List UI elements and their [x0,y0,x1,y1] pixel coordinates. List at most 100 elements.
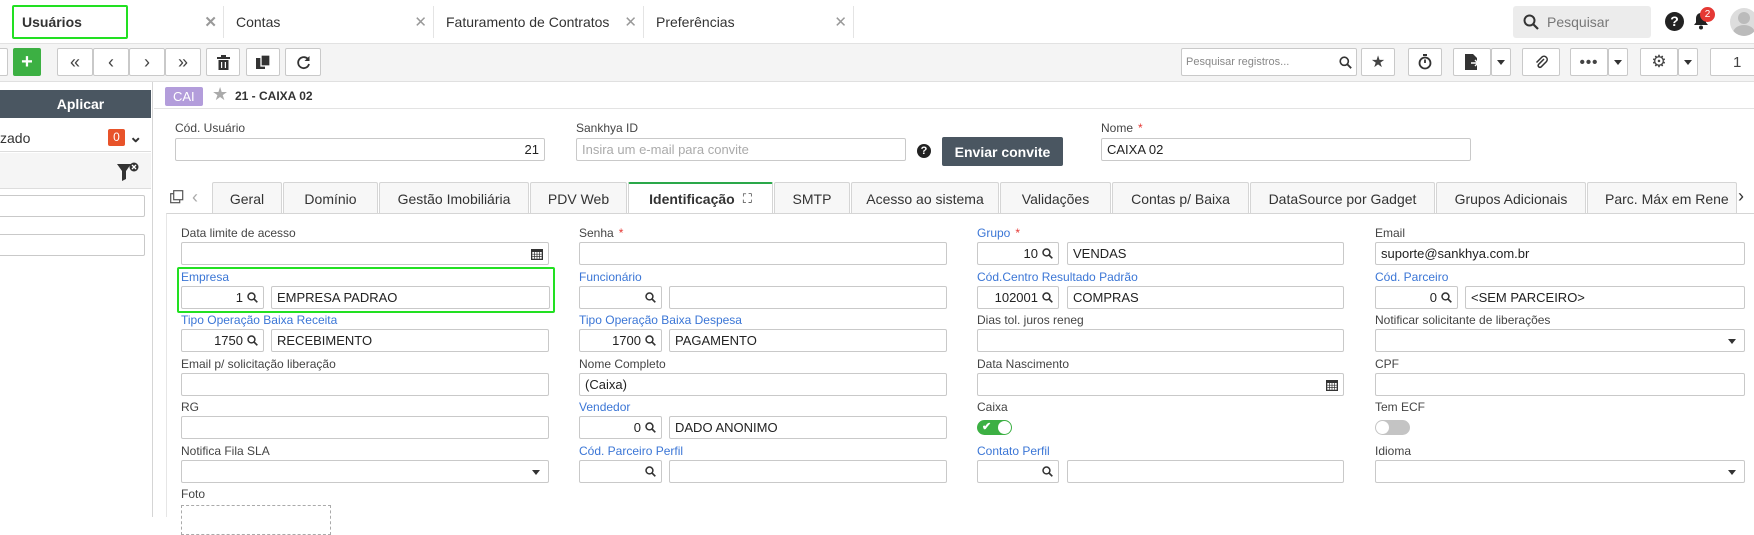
calendar-icon[interactable] [1326,379,1338,391]
calendar-icon[interactable] [531,248,543,260]
search-icon[interactable] [247,335,258,346]
top-despesa-code-field[interactable]: 1700 [579,329,662,352]
chevron-down-icon[interactable]: ⌄ [129,127,142,147]
tab-grupos-adicionais[interactable]: Grupos Adicionais [1436,182,1586,214]
top-receita-name-field[interactable]: RECEBIMENTO [271,329,549,352]
rg-field[interactable] [181,416,549,439]
caixa-toggle[interactable]: ✔ [977,420,1012,435]
nome-field[interactable]: CAIXA 02 [1101,138,1471,161]
cr-name-field[interactable]: COMPRAS [1067,286,1344,309]
tab-parc-max-reneg[interactable]: Parc. Máx em Rene [1587,182,1737,214]
idioma-select[interactable] [1375,460,1745,483]
top-receita-label[interactable]: Tipo Operação Baixa Receita [181,313,337,327]
tab-contas-baixa[interactable]: Contas p/ Baixa [1112,182,1249,214]
search-icon[interactable] [645,422,656,433]
close-icon[interactable]: ✕ [204,13,217,31]
dias-tol-field[interactable] [977,329,1344,352]
search-icon[interactable] [1042,248,1053,259]
close-icon[interactable]: ✕ [414,13,427,31]
page-number-input[interactable]: 1 [1710,48,1754,76]
favorite-button[interactable]: ★ [1361,48,1395,76]
settings-dropdown[interactable] [1678,48,1698,76]
parceiro-code-field[interactable]: 0 [1375,286,1458,309]
settings-button[interactable]: ⚙ [1640,48,1678,76]
tab-datasource-gadget[interactable]: DataSource por Gadget [1250,182,1435,214]
tab-validacoes[interactable]: Validações [1000,182,1111,214]
tab-dominio[interactable]: Domínio [283,182,378,214]
tab-gestao-imobiliaria[interactable]: Gestão Imobiliária [379,182,529,214]
filter-input-2[interactable] [0,234,145,256]
duplicate-button[interactable] [246,48,280,76]
filter-row[interactable]: zado 0 ⌄ [0,122,151,152]
tab-identificacao[interactable]: Identificação ⛶ [628,182,773,214]
next-record-button[interactable]: › [129,48,165,76]
search-icon[interactable] [1441,292,1452,303]
parceiro-perfil-label[interactable]: Cód. Parceiro Perfil [579,444,683,458]
parceiro-perfil-name-field[interactable] [669,460,947,483]
search-icon[interactable] [645,292,656,303]
search-icon[interactable] [1042,466,1053,477]
tabs-scroll-left-icon[interactable]: ‹ [192,187,198,208]
star-icon[interactable]: ★ [212,84,228,105]
apply-button[interactable]: Aplicar [0,90,151,118]
photo-dropzone[interactable] [181,505,331,535]
first-record-button[interactable]: « [57,48,93,76]
tab-smtp[interactable]: SMTP [774,182,850,214]
notificar-select[interactable] [1375,329,1745,352]
attachment-button[interactable] [1522,48,1560,76]
vendedor-label[interactable]: Vendedor [579,400,630,414]
tem-ecf-toggle[interactable] [1375,420,1410,435]
close-icon[interactable]: ✕ [624,13,637,31]
prev-record-button[interactable]: ‹ [93,48,129,76]
record-search-input[interactable]: Pesquisar registros... [1181,48,1357,76]
refresh-button[interactable] [285,48,321,76]
fila-sla-select[interactable] [181,460,549,483]
help-icon[interactable]: ? [917,144,931,158]
nome-completo-field[interactable]: (Caixa) [579,373,947,396]
tab-pdv-web[interactable]: PDV Web [530,182,627,214]
tab-contas[interactable]: Contas ✕ [224,6,434,38]
contato-perfil-code-field[interactable] [977,460,1059,483]
add-button[interactable]: + [13,48,41,76]
copy-icon[interactable] [170,190,184,207]
cod-usuario-field[interactable]: 21 [175,138,545,161]
more-dropdown[interactable] [1608,48,1628,76]
funcionario-code-field[interactable] [579,286,662,309]
expand-icon[interactable]: ⛶ [743,191,752,207]
timer-button[interactable] [1408,48,1442,76]
top-despesa-label[interactable]: Tipo Operação Baixa Despesa [579,313,742,327]
grupo-name-field[interactable]: VENDAS [1067,242,1344,265]
export-dropdown[interactable] [1491,48,1511,76]
empresa-name-field[interactable]: EMPRESA PADRAO [271,286,550,309]
help-icon[interactable]: ? [1665,12,1684,31]
global-search[interactable]: Pesquisar [1513,6,1651,38]
send-invite-button[interactable]: Enviar convite [942,137,1063,166]
top-receita-code-field[interactable]: 1750 [181,329,264,352]
senha-field[interactable] [579,242,947,265]
vendedor-code-field[interactable]: 0 [579,416,662,439]
filter-input-1[interactable] [0,195,145,217]
top-despesa-name-field[interactable]: PAGAMENTO [669,329,947,352]
grupo-code-field[interactable]: 10 [977,242,1059,265]
avatar[interactable] [1730,8,1754,36]
funcionario-label[interactable]: Funcionário [579,270,642,284]
search-icon[interactable] [645,466,656,477]
cpf-field[interactable] [1375,373,1745,396]
tabs-scroll-right-icon[interactable]: › [1738,186,1744,207]
search-icon[interactable] [1042,292,1053,303]
contato-perfil-name-field[interactable] [1067,460,1344,483]
empresa-code-field[interactable]: 1 [181,286,264,309]
tab-preferencias[interactable]: Preferências ✕ [644,6,854,38]
search-icon[interactable] [247,292,258,303]
grupo-label[interactable]: Grupo * [977,226,1020,240]
empresa-label[interactable]: Empresa [181,270,229,284]
email-field[interactable]: suporte@sankhya.com.br [1375,242,1745,265]
delete-button[interactable] [206,48,240,76]
parceiro-perfil-code-field[interactable] [579,460,662,483]
tab-geral[interactable]: Geral [212,182,282,214]
email-lib-field[interactable] [181,373,549,396]
data-limite-field[interactable] [181,242,549,265]
cr-label[interactable]: Cód.Centro Resultado Padrão [977,270,1138,284]
tab-acesso-sistema[interactable]: Acesso ao sistema [851,182,999,214]
sankhya-id-field[interactable]: Insira um e-mail para convite [576,138,906,161]
